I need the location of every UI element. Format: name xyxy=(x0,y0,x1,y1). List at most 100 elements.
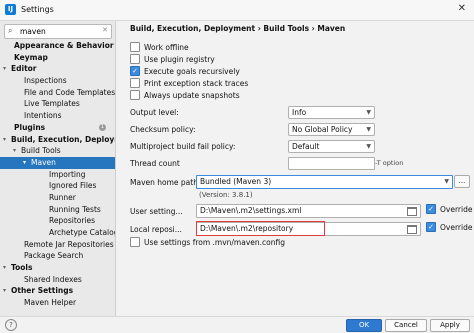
chevron-down-icon[interactable]: ▾ xyxy=(3,285,6,297)
chevron-down-icon[interactable]: ▾ xyxy=(3,262,6,274)
update-count-badge: 1 xyxy=(99,123,106,131)
maven-settings-panel: Build, Execution, Deployment › Build Too… xyxy=(116,21,474,316)
sidebar-item-label: Plugins xyxy=(14,122,46,132)
thread-count-label: Thread count xyxy=(130,159,180,168)
work-offline-checkbox[interactable] xyxy=(130,42,140,52)
execute-recursively-label: Execute goals recursively xyxy=(144,67,240,76)
execute-recursively-checkbox[interactable]: ✓ xyxy=(130,66,140,76)
sidebar-item[interactable]: Repositories xyxy=(0,215,115,227)
settings-sidebar: ⌕ ✕ Appearance & Behavior Keymap ▾ Editor In… xyxy=(0,21,116,316)
sidebar-item-label: Appearance & Behavior xyxy=(14,41,114,50)
execute-recursively-row[interactable]: ✓ Execute goals recursively xyxy=(130,66,240,77)
sidebar-item-label: Other Settings xyxy=(11,286,74,296)
chevron-down-icon: ▼ xyxy=(366,126,371,133)
sidebar-item[interactable]: Runner xyxy=(0,192,115,204)
checksum-policy-select[interactable]: No Global Policy ▼ xyxy=(288,123,375,136)
plugin-registry-row[interactable]: Use plugin registry xyxy=(130,54,215,65)
local-repo-override-label: Override xyxy=(440,223,473,232)
sidebar-item[interactable]: Intentions xyxy=(0,110,115,122)
work-offline-label: Work offline xyxy=(144,43,189,52)
sidebar-item-label: Live Templates xyxy=(24,99,80,109)
print-stack-row[interactable]: Print exception stack traces xyxy=(130,78,249,89)
sidebar-item[interactable]: Appearance & Behavior xyxy=(0,40,115,52)
sidebar-item[interactable]: Ignored Files xyxy=(0,180,115,192)
sidebar-item-label: Intentions xyxy=(24,111,62,121)
search-input[interactable] xyxy=(20,26,98,36)
folder-icon[interactable] xyxy=(407,225,417,234)
checksum-policy-value: No Global Policy xyxy=(292,125,353,134)
sidebar-item-label: Runner xyxy=(49,192,76,202)
use-settings-row[interactable]: Use settings from .mvn/maven.config xyxy=(130,237,285,248)
sidebar-item[interactable]: Archetype Catalog xyxy=(0,227,115,239)
sidebar-item[interactable]: Plugins 1 xyxy=(0,122,115,134)
sidebar-item-label: Remote Jar Repositories xyxy=(24,239,114,249)
ok-button[interactable]: OK xyxy=(346,319,382,332)
maven-version-text: (Version: 3.8.1) xyxy=(199,191,253,199)
sidebar-item-label: Inspections xyxy=(24,76,67,86)
sidebar-item[interactable]: Importing xyxy=(0,169,115,181)
apply-button[interactable]: Apply xyxy=(430,319,470,332)
sidebar-item[interactable]: Running Tests xyxy=(0,204,115,216)
fail-policy-select[interactable]: Default ▼ xyxy=(288,140,375,153)
sidebar-item[interactable]: File and Code Templates xyxy=(0,87,115,99)
maven-home-value: Bundled (Maven 3) xyxy=(200,177,272,186)
print-stack-checkbox[interactable] xyxy=(130,78,140,88)
sidebar-item-label: Archetype Catalog xyxy=(49,228,115,237)
maven-home-label: Maven home path: xyxy=(130,178,201,187)
sidebar-item[interactable]: Live Templates xyxy=(0,98,115,110)
close-icon[interactable]: ✕ xyxy=(458,3,466,14)
chevron-down-icon: ▼ xyxy=(366,143,371,150)
user-settings-override-row[interactable]: ✓ Override xyxy=(426,204,473,215)
sidebar-item-label: Repositories xyxy=(49,216,96,226)
update-snapshots-checkbox[interactable] xyxy=(130,90,140,100)
user-settings-input[interactable]: D:\Maven\.m2\settings.xml xyxy=(196,204,421,218)
settings-search[interactable]: ⌕ ✕ xyxy=(4,24,112,39)
sidebar-item[interactable]: ▾ Editor xyxy=(0,63,115,75)
sidebar-item[interactable]: Maven Helper xyxy=(0,297,115,309)
sidebar-item[interactable]: ▾ Other Settings xyxy=(0,285,115,297)
print-stack-label: Print exception stack traces xyxy=(144,79,249,88)
sidebar-item[interactable]: ▾ Maven xyxy=(0,156,115,169)
user-settings-override-checkbox[interactable]: ✓ xyxy=(426,204,436,214)
sidebar-item[interactable]: Inspections xyxy=(0,75,115,87)
sidebar-item[interactable]: Shared Indexes xyxy=(0,274,115,286)
use-settings-checkbox[interactable] xyxy=(130,237,140,247)
intellij-app-icon: IJ xyxy=(5,4,16,15)
user-settings-override-label: Override xyxy=(440,205,473,214)
chevron-down-icon[interactable]: ▾ xyxy=(23,157,26,169)
sidebar-item[interactable]: Package Search xyxy=(0,250,115,262)
user-settings-value: D:\Maven\.m2\settings.xml xyxy=(200,206,302,215)
thread-count-input[interactable] xyxy=(288,157,375,170)
output-level-select[interactable]: Info ▼ xyxy=(288,106,375,119)
output-level-value: Info xyxy=(292,108,307,117)
clear-search-icon[interactable]: ✕ xyxy=(102,26,108,34)
breadcrumb: Build, Execution, Deployment › Build Too… xyxy=(130,24,346,33)
chevron-down-icon[interactable]: ▾ xyxy=(3,63,6,75)
chevron-down-icon[interactable]: ▾ xyxy=(13,145,16,157)
cancel-button[interactable]: Cancel xyxy=(385,319,427,332)
sidebar-item-label: Ignored Files xyxy=(49,181,97,191)
sidebar-item[interactable]: Keymap xyxy=(0,52,115,64)
update-snapshots-row[interactable]: Always update snapshots xyxy=(130,90,240,101)
work-offline-row[interactable]: Work offline xyxy=(130,42,189,53)
sidebar-item-label: Importing xyxy=(49,169,86,179)
folder-icon[interactable] xyxy=(407,207,417,216)
plugin-registry-label: Use plugin registry xyxy=(144,55,215,64)
sidebar-item[interactable]: Remote Jar Repositories xyxy=(0,239,115,251)
browse-maven-home-button[interactable]: ... xyxy=(454,175,470,188)
sidebar-item-label: File and Code Templates xyxy=(24,87,115,97)
dialog-footer: ? OK Cancel Apply xyxy=(0,316,474,333)
plugin-registry-checkbox[interactable] xyxy=(130,54,140,64)
chevron-down-icon[interactable]: ▾ xyxy=(3,134,6,146)
help-icon[interactable]: ? xyxy=(5,319,17,331)
fail-policy-value: Default xyxy=(292,142,320,151)
checksum-policy-label: Checksum policy: xyxy=(130,125,196,134)
user-settings-label: User setting... xyxy=(130,207,183,216)
sidebar-item[interactable]: ▾ Build, Execution, Deployment xyxy=(0,134,115,146)
maven-home-select[interactable]: Bundled (Maven 3) ▼ xyxy=(196,175,453,189)
sidebar-item[interactable]: ▾ Build Tools xyxy=(0,145,115,157)
sidebar-item[interactable]: ▾ Tools xyxy=(0,262,115,274)
local-repo-override-checkbox[interactable]: ✓ xyxy=(426,222,436,232)
local-repo-override-row[interactable]: ✓ Override xyxy=(426,222,473,233)
sidebar-item-label: Maven xyxy=(31,157,56,167)
